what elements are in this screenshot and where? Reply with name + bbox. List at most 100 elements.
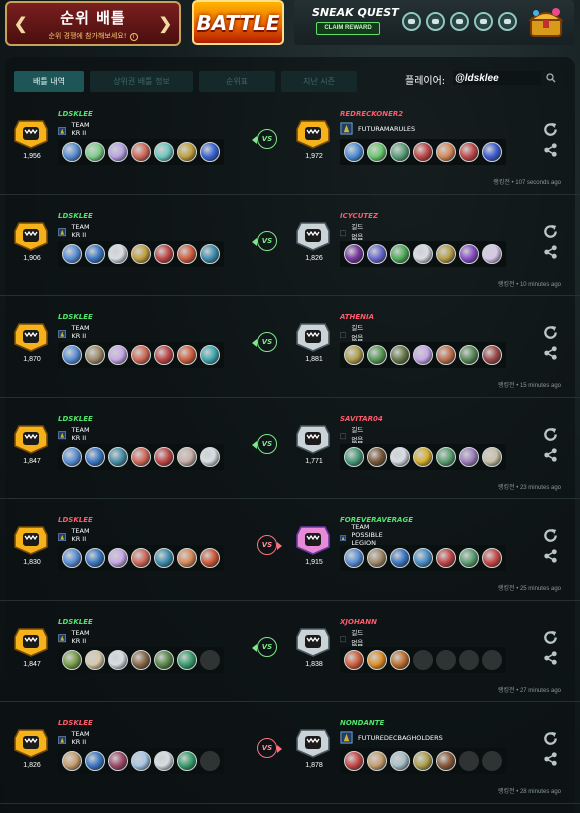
card-icon[interactable] [390,446,410,467]
card-icon[interactable] [344,446,364,467]
card-icon[interactable] [482,142,502,162]
replay-icon[interactable] [542,730,559,747]
player-name-link[interactable]: ATHENIA [340,313,374,321]
card-icon[interactable] [62,649,82,670]
card-icon[interactable] [177,243,197,264]
card-icon[interactable] [62,142,82,162]
share-icon[interactable] [543,244,558,260]
reward-chest-icon[interactable] [526,4,566,40]
card-icon[interactable] [62,751,82,771]
card-icon[interactable] [390,142,410,162]
card-icon[interactable] [367,243,387,264]
share-icon[interactable] [543,142,558,158]
tab-last-season[interactable]: 지난 시즌 [281,71,357,92]
card-icon[interactable] [367,142,387,162]
card-icon[interactable] [62,548,82,568]
card-icon[interactable] [154,446,174,467]
share-icon[interactable] [543,548,558,564]
card-icon[interactable] [62,345,82,365]
card-icon[interactable] [154,751,174,771]
card-icon[interactable] [154,649,174,670]
card-icon[interactable] [459,548,479,568]
share-icon[interactable] [543,447,558,463]
card-icon[interactable] [131,446,151,467]
player-name-link[interactable]: ICYCUTEZ [340,212,378,220]
chevron-left-icon[interactable]: ❮ [14,14,27,34]
card-icon[interactable] [85,649,105,670]
card-icon[interactable] [177,548,197,568]
card-icon[interactable] [108,345,128,365]
card-icon[interactable] [482,548,502,568]
card-icon[interactable] [177,345,197,365]
card-icon[interactable] [367,548,387,568]
card-icon[interactable] [108,243,128,264]
replay-icon[interactable] [542,629,559,646]
search-icon[interactable] [546,73,556,83]
card-icon[interactable] [177,649,197,670]
card-icon[interactable] [131,649,151,670]
card-icon[interactable] [390,345,410,365]
card-icon[interactable] [108,649,128,670]
card-icon[interactable] [131,345,151,365]
card-icon[interactable] [390,243,410,264]
chevron-right-icon[interactable]: ❯ [159,14,172,34]
card-icon[interactable] [108,548,128,568]
card-icon[interactable] [154,548,174,568]
share-icon[interactable] [543,751,558,767]
share-icon[interactable] [543,345,558,361]
player-name-link[interactable]: LDSKLEE [58,618,93,626]
card-icon[interactable] [154,243,174,264]
tab-battle-history[interactable]: 배틀 내역 [14,71,84,92]
card-icon[interactable] [436,345,456,365]
card-icon[interactable] [62,243,82,264]
player-name-link[interactable]: SAVITAR04 [340,415,383,423]
replay-icon[interactable] [542,121,559,138]
card-icon[interactable] [390,548,410,568]
card-icon[interactable] [344,548,364,568]
card-icon[interactable] [108,446,128,467]
card-icon[interactable] [200,446,220,467]
player-name-link[interactable]: LDSKLEE [58,415,93,423]
card-icon[interactable] [131,142,151,162]
card-icon[interactable] [131,751,151,771]
card-icon[interactable] [154,142,174,162]
card-icon[interactable] [436,446,456,467]
card-icon[interactable] [344,649,364,670]
share-icon[interactable] [543,650,558,666]
card-icon[interactable] [200,243,220,264]
player-name-link[interactable]: XJOHANN [340,618,377,626]
player-name-link[interactable]: NONDANTE [340,719,384,727]
card-icon[interactable] [85,142,105,162]
card-icon[interactable] [131,548,151,568]
card-icon[interactable] [436,751,456,771]
card-icon[interactable] [413,751,433,771]
card-icon[interactable] [177,446,197,467]
card-icon[interactable] [344,751,364,771]
replay-icon[interactable] [542,426,559,443]
card-icon[interactable] [85,751,105,771]
card-icon[interactable] [344,142,364,162]
card-icon[interactable] [85,243,105,264]
player-name-link[interactable]: LDSKLEE [58,719,93,727]
card-icon[interactable] [85,345,105,365]
replay-icon[interactable] [542,324,559,341]
player-name-link[interactable]: REDRECKONER2 [340,110,403,118]
tab-top-battles[interactable]: 상위권 배틀 정보 [90,71,193,92]
card-icon[interactable] [344,243,364,264]
card-icon[interactable] [413,345,433,365]
card-icon[interactable] [108,751,128,771]
card-icon[interactable] [177,751,197,771]
card-icon[interactable] [459,243,479,264]
tab-leaderboard[interactable]: 순위표 [199,71,275,92]
card-icon[interactable] [413,548,433,568]
player-name-link[interactable]: LDSKLEE [58,110,93,118]
card-icon[interactable] [413,243,433,264]
card-icon[interactable] [177,142,197,162]
info-icon[interactable]: i [129,32,138,41]
card-icon[interactable] [344,345,364,365]
claim-reward-button[interactable]: CLAIM REWARD [316,22,380,35]
card-icon[interactable] [108,142,128,162]
card-icon[interactable] [85,548,105,568]
card-icon[interactable] [459,446,479,467]
card-icon[interactable] [200,345,220,365]
